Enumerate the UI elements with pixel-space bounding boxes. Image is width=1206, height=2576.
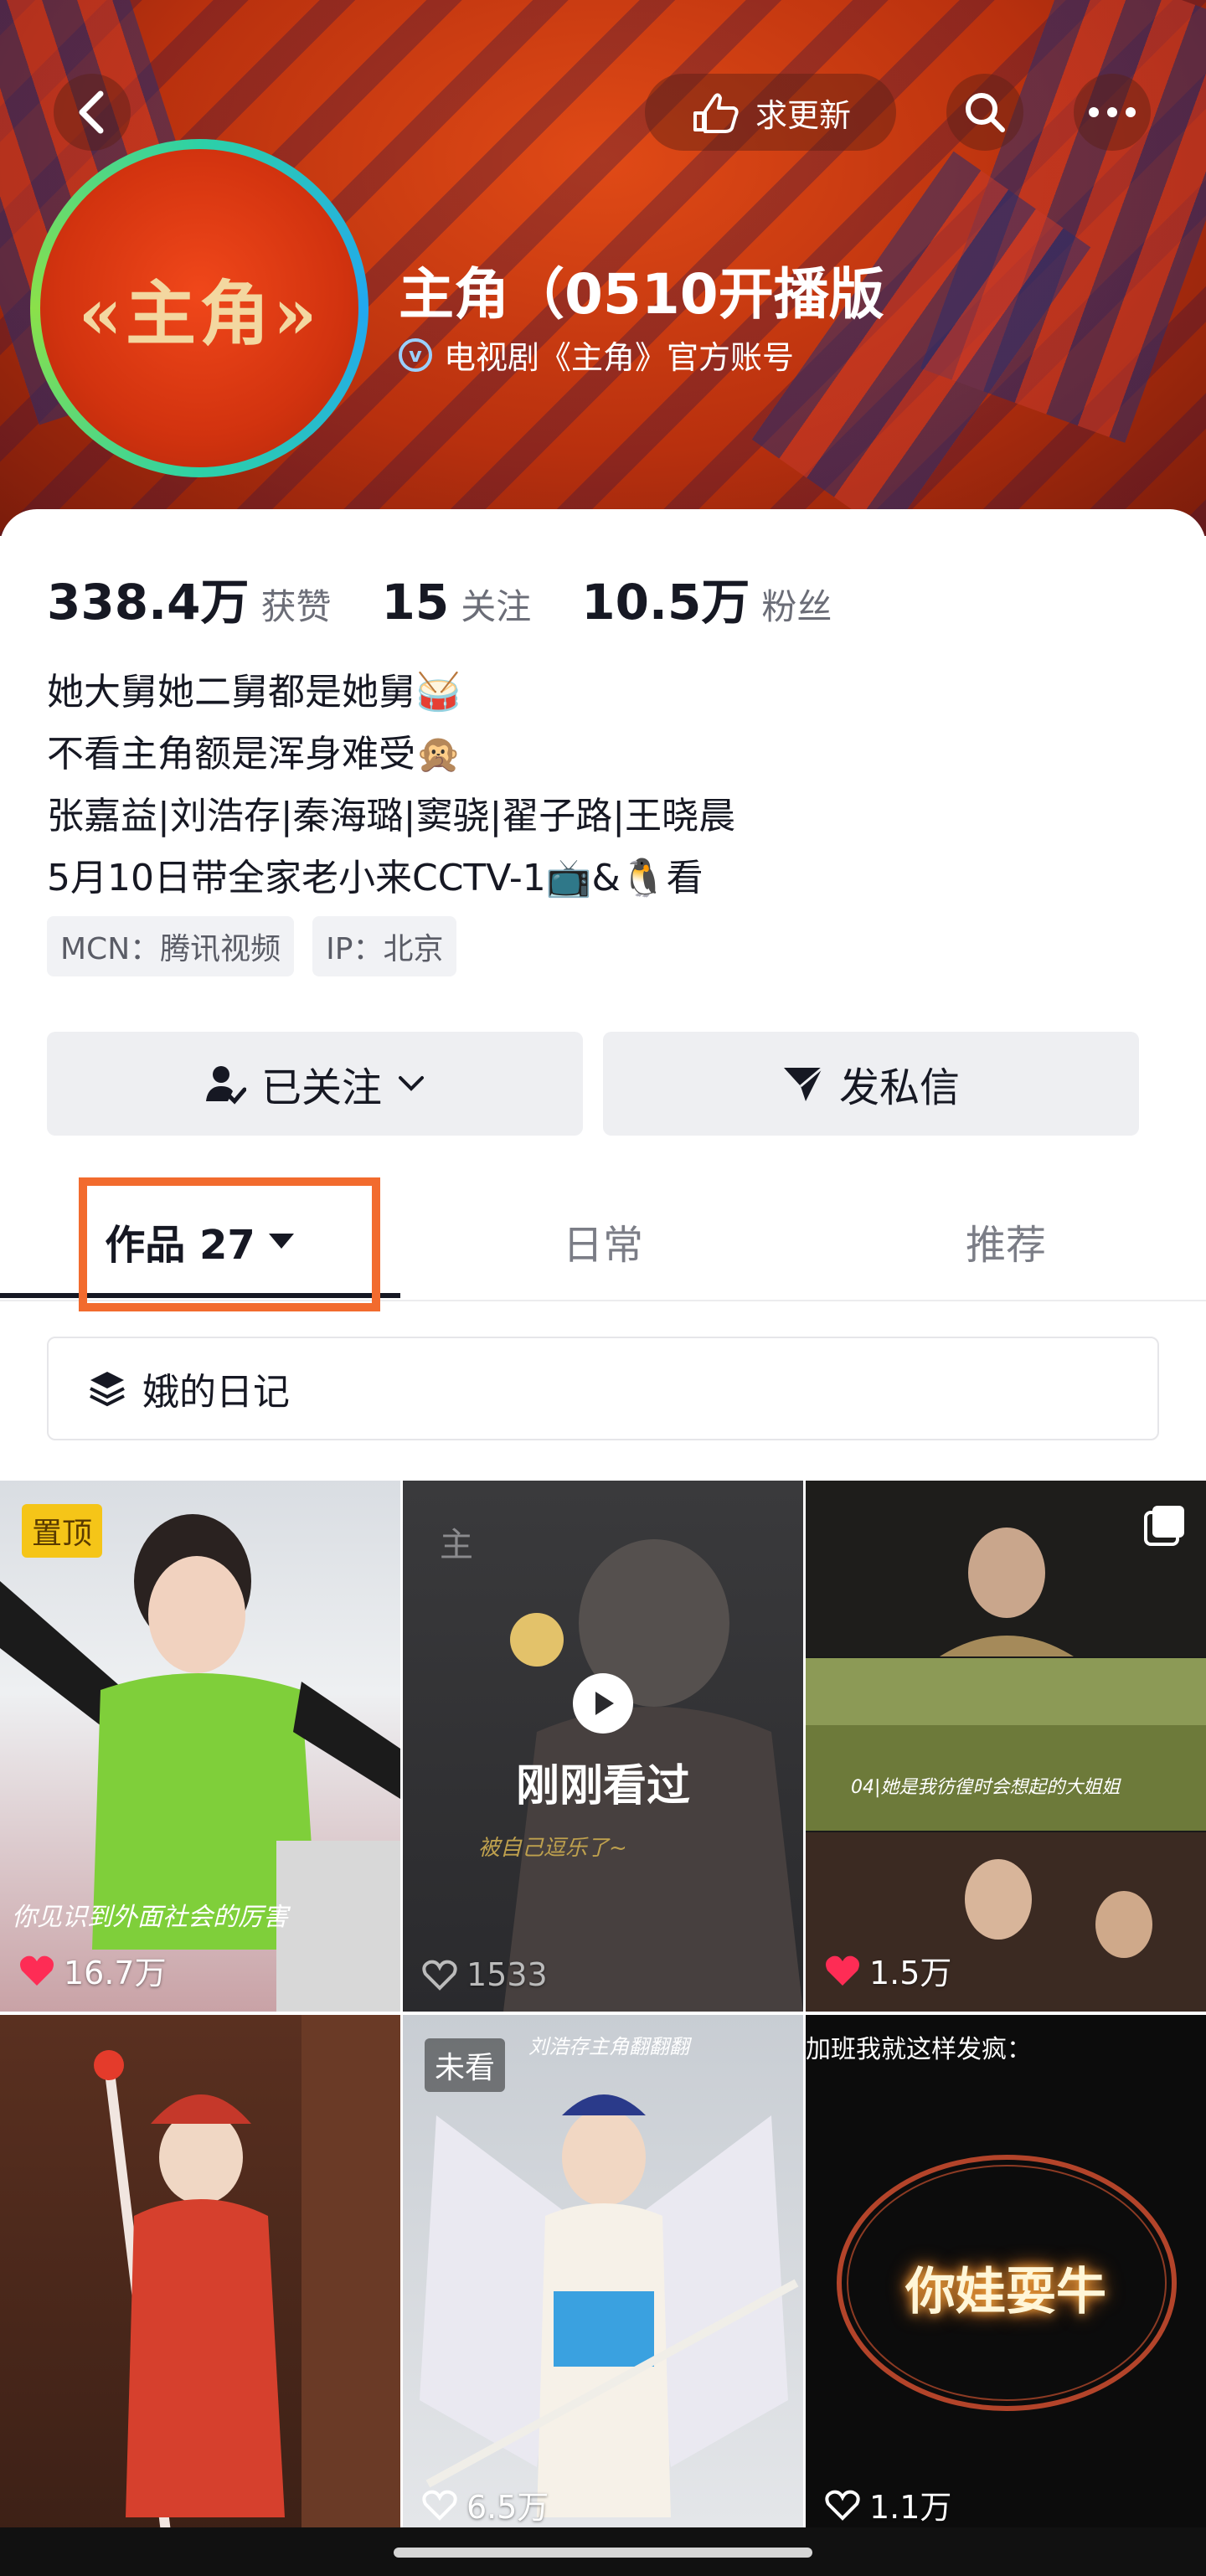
back-button[interactable] xyxy=(54,74,131,151)
follow-label: 已关注 xyxy=(260,1064,382,1111)
annotation-highlight-box xyxy=(79,1177,380,1311)
bio-line: 张嘉益|刘浩存|秦海璐|窦骁|翟子路|王晓晨 xyxy=(47,795,736,837)
like-count-text: 1533 xyxy=(466,1956,548,1993)
like-count: 16.7万 xyxy=(18,1947,167,1993)
video-card[interactable]: 置顶 你见识到外面社会的厉害 16.7万 xyxy=(0,1481,400,2012)
video-card[interactable] xyxy=(0,2015,400,2546)
like-count: 1533 xyxy=(421,1956,548,1993)
likes-stat[interactable]: 338.4万 获赞 xyxy=(47,563,331,633)
bio-line: 5月10日带全家老小来CCTV-1📺&🐧看 xyxy=(47,857,704,899)
recently-watched-label: 刚刚看过 xyxy=(515,1761,690,1811)
video-thumbnail xyxy=(420,2094,799,2517)
verification-text: 电视剧《主角》官方账号 xyxy=(444,339,795,376)
request-update-button[interactable]: 求更新 xyxy=(645,74,896,151)
message-button[interactable]: 发私信 xyxy=(603,1032,1139,1136)
mcn-tag[interactable]: MCN：腾讯视频 xyxy=(47,916,295,976)
profile-tags: MCN：腾讯视频 IP：北京 xyxy=(47,916,457,976)
profile-name: 主角（0510开播版 xyxy=(399,262,884,327)
search-button[interactable] xyxy=(946,74,1023,151)
like-count: 1.1万 xyxy=(824,2481,951,2527)
bio-line: 她大舅她二舅都是她舅🥁 xyxy=(47,671,461,714)
video-card[interactable]: 主 刚刚看过 被自己逗乐了~ 1533 xyxy=(403,1481,803,2012)
layers-icon xyxy=(90,1372,125,1407)
like-count: 6.5万 xyxy=(421,2481,549,2527)
followers-label: 粉丝 xyxy=(761,586,832,627)
message-label: 发私信 xyxy=(838,1064,960,1111)
heart-outline-icon xyxy=(422,1960,457,1991)
heart-outline-icon xyxy=(422,2490,457,2521)
stats-row: 338.4万 获赞 15 关注 10.5万 粉丝 xyxy=(47,563,832,633)
verification-row: v 电视剧《主角》官方账号 xyxy=(399,332,794,378)
bio: 她大舅她二舅都是她舅🥁 不看主角额是浑身难受🙊 张嘉益|刘浩存|秦海璐|窦骁|翟… xyxy=(47,662,735,909)
collection-label: 娥的日记 xyxy=(142,1371,290,1414)
video-caption: 你见识到外面社会的厉害 xyxy=(12,1903,288,1932)
video-card[interactable]: 04|她是我彷徨时会想起的大姐姐 1.5万 xyxy=(806,1481,1206,2012)
heart-filled-icon xyxy=(20,1955,54,1986)
search-icon xyxy=(966,93,1005,132)
send-icon xyxy=(783,1066,823,1101)
play-icon[interactable] xyxy=(573,1673,633,1734)
like-count-text: 6.5万 xyxy=(466,2489,549,2526)
request-update-label: 求更新 xyxy=(755,96,851,134)
like-count-text: 1.1万 xyxy=(869,2489,952,2526)
video-card[interactable]: 未看 刘浩存主角翻翻翻 6.5万 xyxy=(403,2015,803,2546)
like-count-text: 1.5万 xyxy=(869,1955,952,1991)
video-thumbnail xyxy=(806,1481,1206,2012)
video-card[interactable]: 加班我就这样发疯： 你娃耍牛 1.1万 xyxy=(806,2015,1206,2546)
video-caption: 04|她是我彷徨时会想起的大姐姐 xyxy=(851,1777,1121,1798)
video-caption: 加班我就这样发疯： xyxy=(806,2035,1032,2064)
collection-row[interactable]: 娥的日记 xyxy=(47,1337,1159,1440)
heart-filled-icon xyxy=(826,1955,859,1986)
video-caption: 被自己逗乐了~ xyxy=(478,1836,627,1861)
more-dots-icon xyxy=(1089,107,1136,117)
svg-text:主: 主 xyxy=(440,1526,473,1564)
ip-tag: IP：北京 xyxy=(312,916,457,976)
like-count-text: 16.7万 xyxy=(64,1955,167,1991)
video-title-art: 你娃耍牛 xyxy=(905,2263,1106,2321)
following-stat[interactable]: 15 关注 xyxy=(381,574,531,631)
avatar[interactable]: «主角» xyxy=(40,149,358,467)
pinned-badge: 置顶 xyxy=(22,1504,103,1558)
home-indicator[interactable] xyxy=(394,2548,812,2558)
followers-stat[interactable]: 10.5万 粉丝 xyxy=(581,563,832,633)
avatar-logo-text: «主角» xyxy=(78,271,321,355)
chevron-down-icon xyxy=(399,1076,424,1091)
followers-count: 10.5万 xyxy=(581,574,750,631)
verified-icon: v xyxy=(399,337,432,372)
video-thumbnail xyxy=(94,2015,400,2546)
back-arrow-icon xyxy=(79,90,104,134)
like-count: 1.5万 xyxy=(824,1947,951,1993)
tab-daily[interactable]: 日常 xyxy=(403,1182,803,1300)
unwatched-badge: 未看 xyxy=(425,2038,506,2092)
recently-watched-overlay: 刚刚看过 xyxy=(403,1673,803,1813)
heart-outline-icon xyxy=(825,2490,860,2521)
multi-image-icon xyxy=(1144,1506,1184,1546)
more-button[interactable] xyxy=(1074,74,1151,151)
following-count: 15 xyxy=(381,574,450,631)
user-check-icon xyxy=(205,1066,246,1105)
likes-label: 获赞 xyxy=(260,586,332,627)
following-label: 关注 xyxy=(461,586,532,627)
bio-line: 不看主角额是浑身难受🙊 xyxy=(47,733,461,775)
follow-button[interactable]: 已关注 xyxy=(47,1032,583,1136)
likes-count: 338.4万 xyxy=(47,574,250,631)
tab-recommend[interactable]: 推荐 xyxy=(806,1182,1206,1300)
pointing-hand-icon xyxy=(693,93,739,133)
video-caption: 刘浩存主角翻翻翻 xyxy=(528,2035,689,2058)
